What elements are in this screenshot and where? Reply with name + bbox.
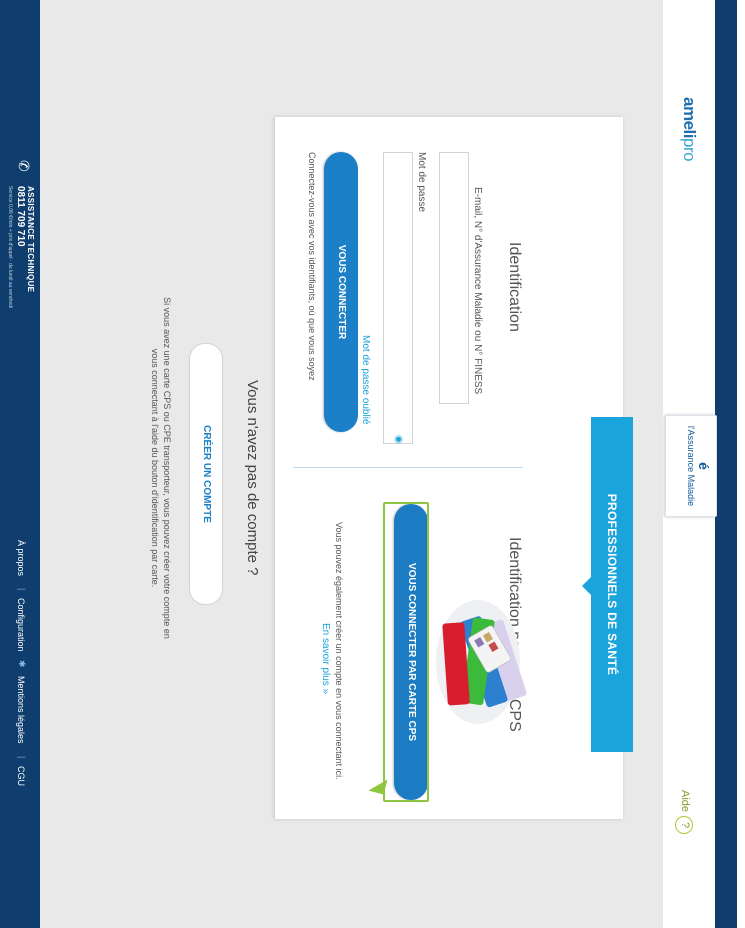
logo-pro-text: pro xyxy=(680,137,699,162)
footer-separator: | xyxy=(17,756,27,759)
login-card: PROFESSIONNELS DE SANTÉ Identification E… xyxy=(275,117,633,819)
cps-note: Vous pouvez également créer un compte en… xyxy=(334,522,344,780)
password-field-label: Mot de passe xyxy=(416,152,427,213)
brand-bar: amelipro é l'Assurance Maladie Aide? xyxy=(663,0,717,928)
amelipro-logo[interactable]: amelipro xyxy=(679,97,699,161)
no-account-section: Vous n'avez pas de compte ? CRÉER UN COM… xyxy=(71,0,271,928)
browser-top-strip xyxy=(736,0,745,928)
help-link[interactable]: Aide? xyxy=(675,790,693,835)
screenshot-stage: amelipro é l'Assurance Maladie Aide? PRO… xyxy=(0,0,745,928)
footer-link-legal[interactable]: Mentions légales xyxy=(16,676,26,744)
footer-bar: ✆ ASSISTANCE TECHNIQUE 0811 709 710 Serv… xyxy=(0,0,40,928)
forgot-password-link[interactable]: Mot de passe oublié xyxy=(360,335,371,425)
help-label: Aide xyxy=(679,790,691,813)
learn-more-link[interactable]: En savoir plus » xyxy=(320,623,331,694)
connect-button[interactable]: VOUS CONNECTER xyxy=(324,152,358,432)
assurance-maladie-name: l'Assurance Maladie xyxy=(686,425,696,507)
highlight-box xyxy=(383,502,429,802)
footer-separator: | xyxy=(17,588,27,591)
logo-main-text: ameli xyxy=(680,97,699,138)
star-icon: ✱ xyxy=(17,660,27,668)
column-divider xyxy=(293,467,523,468)
id-field-label: E-mail, N° d'Assurance Maladie ou N° FIN… xyxy=(472,187,483,395)
professionals-banner-text: PROFESSIONNELS DE SANTÉ xyxy=(605,493,619,676)
assurance-maladie-emblem-icon: é xyxy=(696,462,712,470)
footer-link-configuration[interactable]: Configuration xyxy=(16,598,26,652)
phone-icon: ✆ xyxy=(16,160,32,172)
cps-cards-illustration xyxy=(436,600,527,724)
help-question-icon: ? xyxy=(675,816,693,835)
ameli-pro-login-page: amelipro é l'Assurance Maladie Aide? PRO… xyxy=(0,0,745,928)
connect-note: Connectez-vous avec vos identifiants, où… xyxy=(307,152,317,381)
password-input[interactable]: ◉ xyxy=(383,152,413,444)
support-subtext: Service 0,06 €/min + prix d'appel · du l… xyxy=(7,186,13,308)
id-input[interactable] xyxy=(439,152,469,404)
support-title: ASSISTANCE TECHNIQUE xyxy=(26,186,35,293)
top-header-bar xyxy=(715,0,737,928)
no-account-title: Vous n'avez pas de compte ? xyxy=(244,380,261,576)
support-number[interactable]: 0811 709 710 xyxy=(15,186,26,247)
footer-link-about[interactable]: À propos xyxy=(16,540,26,576)
create-account-button[interactable]: CRÉER UN COMPTE xyxy=(189,343,223,605)
professionals-banner: PROFESSIONNELS DE SANTÉ xyxy=(582,417,633,752)
content-band: PROFESSIONNELS DE SANTÉ Identification E… xyxy=(150,0,663,928)
no-account-note: Si vous avez une carte CPS ou CPE transp… xyxy=(150,297,172,639)
show-password-eye-icon[interactable]: ◉ xyxy=(393,435,404,444)
identification-title: Identification xyxy=(506,242,523,332)
assurance-maladie-logo[interactable]: é l'Assurance Maladie xyxy=(665,415,717,517)
footer-link-cgu[interactable]: CGU xyxy=(16,766,26,786)
banner-pointer xyxy=(582,577,591,595)
